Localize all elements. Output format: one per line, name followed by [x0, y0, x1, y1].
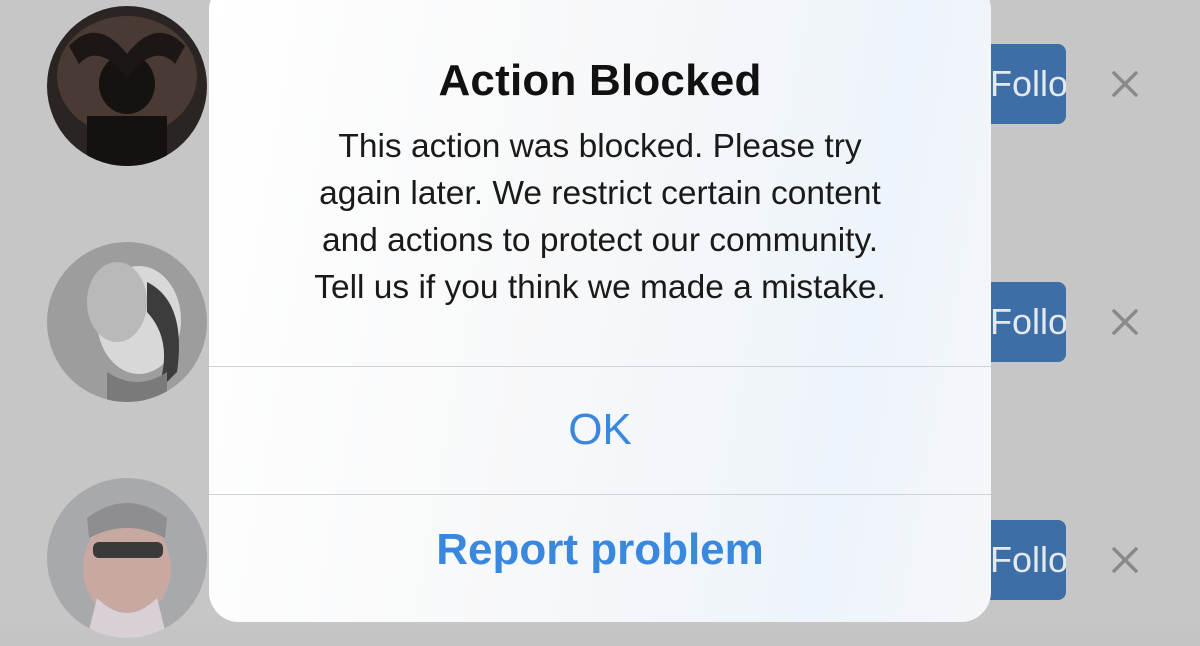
avatar[interactable] — [47, 478, 207, 638]
alert-body: Action Blocked This action was blocked. … — [209, 0, 991, 366]
alert-message-line: This action was blocked. Please try — [338, 128, 862, 165]
alert-message: This action was blocked. Please try agai… — [249, 123, 951, 311]
close-icon[interactable] — [1108, 305, 1142, 339]
ok-button[interactable]: OK — [209, 367, 991, 493]
avatar[interactable] — [47, 242, 207, 402]
report-problem-button[interactable]: Report problem — [209, 495, 991, 605]
close-icon[interactable] — [1108, 543, 1142, 577]
avatar[interactable] — [47, 6, 207, 166]
action-blocked-alert: Action Blocked This action was blocked. … — [209, 0, 991, 622]
alert-title: Action Blocked — [438, 56, 762, 105]
alert-message-line: again later. We restrict certain content — [319, 175, 881, 212]
close-icon[interactable] — [1108, 67, 1142, 101]
alert-message-line: and actions to protect our community. — [321, 222, 879, 259]
alert-message-line: Tell us if you think we made a mistake. — [314, 269, 886, 306]
